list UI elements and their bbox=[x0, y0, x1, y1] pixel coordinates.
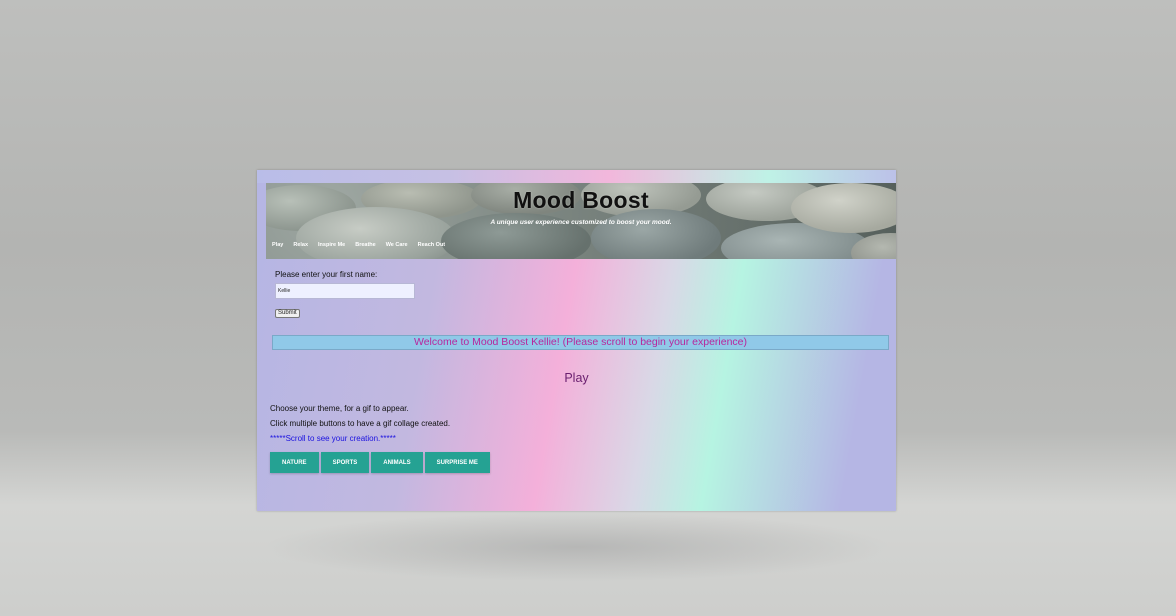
first-name-input[interactable] bbox=[275, 283, 415, 299]
main-nav: Play Relax Inspire Me Breathe We Care Re… bbox=[272, 242, 445, 248]
nav-item-breathe[interactable]: Breathe bbox=[355, 242, 375, 248]
scroll-note: *****Scroll to see your creation.***** bbox=[270, 434, 396, 443]
stone-decoration bbox=[591, 209, 721, 259]
theme-instruction: Choose your theme, for a gif to appear. bbox=[270, 404, 409, 413]
header-banner: Mood Boost A unique user experience cust… bbox=[266, 183, 896, 259]
nature-button[interactable]: NATURE bbox=[270, 452, 319, 473]
collage-instruction: Click multiple buttons to have a gif col… bbox=[270, 419, 451, 428]
theme-buttons: NATURE SPORTS ANIMALS SURPRISE ME bbox=[270, 452, 490, 473]
surprise-me-button[interactable]: SURPRISE ME bbox=[424, 452, 490, 473]
nav-item-inspire-me[interactable]: Inspire Me bbox=[318, 242, 345, 248]
site-title: Mood Boost bbox=[513, 187, 649, 213]
animals-button[interactable]: ANIMALS bbox=[371, 452, 423, 473]
floor-shadow bbox=[262, 512, 892, 582]
play-section-title: Play bbox=[564, 371, 589, 385]
top-strip bbox=[257, 170, 896, 183]
site-subtitle: A unique user experience customized to b… bbox=[490, 219, 672, 226]
nav-item-we-care[interactable]: We Care bbox=[386, 242, 408, 248]
sports-button[interactable]: SPORTS bbox=[320, 452, 370, 473]
web-page: Mood Boost A unique user experience cust… bbox=[257, 170, 896, 511]
welcome-banner: Welcome to Mood Boost Kellie! (Please sc… bbox=[272, 335, 889, 350]
nav-item-relax[interactable]: Relax bbox=[293, 242, 308, 248]
nav-item-reach-out[interactable]: Reach Out bbox=[418, 242, 446, 248]
nav-item-play[interactable]: Play bbox=[272, 242, 283, 248]
first-name-label: Please enter your first name: bbox=[275, 270, 378, 279]
submit-button[interactable]: Submit bbox=[275, 309, 300, 318]
